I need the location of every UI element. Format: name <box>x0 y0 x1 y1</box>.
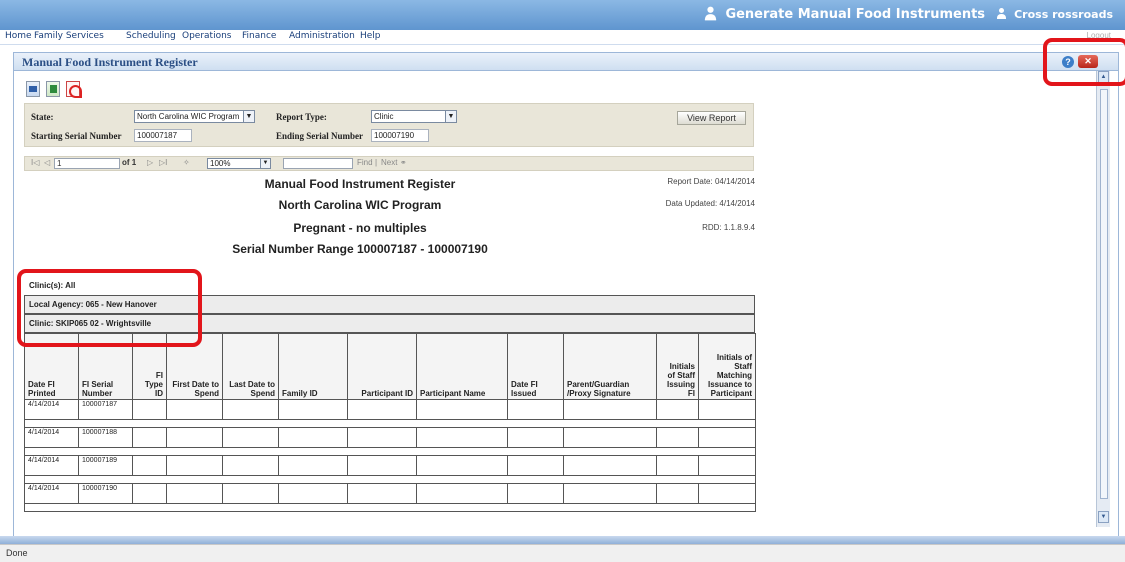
cell-date: 4/14/2014 <box>24 399 79 420</box>
zoom-select[interactable]: 100% ▼ <box>207 158 271 169</box>
table-row-spacer <box>24 475 756 484</box>
col-date-issued: Date FI Issued <box>507 333 564 400</box>
ending-serial-label: Ending Serial Number <box>276 131 364 141</box>
user-icon <box>996 8 1007 19</box>
report-title: Manual Food Instrument Register <box>264 177 456 191</box>
menu-operations[interactable]: Operations <box>182 31 231 41</box>
state-select[interactable]: North Carolina WIC Program ▼ <box>134 110 255 123</box>
table-row-spacer <box>24 419 756 428</box>
menu-home[interactable]: Home <box>5 31 32 41</box>
pdf-export-icon[interactable] <box>66 81 82 98</box>
find-link[interactable]: Find <box>357 158 373 167</box>
menu-administration[interactable]: Administration <box>289 31 355 41</box>
zoom-value: 100% <box>210 159 231 168</box>
page-count: of 1 <box>122 158 137 167</box>
table-row: 4/14/2014 100007188 <box>24 427 756 448</box>
cell-serial: 100007189 <box>78 455 133 476</box>
col-participant-id: Participant ID <box>347 333 417 400</box>
scroll-down-icon[interactable]: ▼ <box>1098 511 1109 523</box>
menu-scheduling[interactable]: Scheduling <box>126 31 176 41</box>
app-header: Generate Manual Food Instruments Cross r… <box>0 0 1125 30</box>
vertical-scrollbar[interactable]: ▲ ▼ <box>1096 71 1110 527</box>
find-input[interactable] <box>283 158 353 169</box>
cell-serial: 100007188 <box>78 427 133 448</box>
chevron-down-icon: ▼ <box>445 111 456 122</box>
status-text: Done <box>6 548 28 558</box>
report-type-label: Report Type: <box>276 112 327 122</box>
refresh-icon[interactable]: ✧ <box>183 158 190 167</box>
col-signature: Parent/Guardian /Proxy Signature <box>563 333 657 400</box>
table-row-spacer <box>24 503 756 512</box>
report-serial-range: Serial Number Range 100007187 - 10000719… <box>232 242 488 256</box>
report-viewer-toolbar: I◁ ◁ 1 of 1 ▷ ▷I ✧ 100% ▼ Find | Next ⚭ <box>24 156 754 171</box>
next-link[interactable]: Next <box>381 158 397 167</box>
col-last-date: Last Date to Spend <box>222 333 279 400</box>
dialog-title: Manual Food Instrument Register <box>22 55 198 69</box>
register-table: Date FI Printed FI Serial Number FI Type… <box>24 333 756 512</box>
state-label: State: <box>31 112 54 122</box>
user-name[interactable]: Cross rossroads <box>1014 8 1113 21</box>
annotation-highlight-close <box>1043 38 1125 86</box>
prev-page-icon[interactable]: ◁ <box>44 158 50 167</box>
status-bar: Done <box>0 544 1125 562</box>
app-title: Generate Manual Food Instruments <box>725 7 986 22</box>
table-row: 4/14/2014 100007190 <box>24 483 756 504</box>
binoculars-icon: ⚭ <box>400 158 407 167</box>
menu-bar: Home Family Services Scheduling Operatio… <box>0 30 1125 45</box>
report-type-value: Clinic <box>374 112 394 121</box>
last-page-icon[interactable]: ▷I <box>159 158 167 167</box>
find-separator: | <box>375 158 378 167</box>
report-program: North Carolina WIC Program <box>278 198 442 212</box>
menu-finance[interactable]: Finance <box>242 31 276 41</box>
starting-serial-input[interactable]: 100007187 <box>134 129 192 142</box>
person-icon <box>704 6 718 21</box>
word-export-icon[interactable] <box>26 81 40 97</box>
cell-date: 4/14/2014 <box>24 427 79 448</box>
cell-date: 4/14/2014 <box>24 455 79 476</box>
dialog-title-bar[interactable]: Manual Food Instrument Register ? ✕ <box>13 52 1119 71</box>
scroll-thumb[interactable] <box>1100 89 1108 499</box>
menu-help[interactable]: Help <box>360 31 381 41</box>
next-page-icon[interactable]: ▷ <box>147 158 153 167</box>
report-rdd: RDD: 1.1.8.9.4 <box>702 223 755 232</box>
menu-family-services[interactable]: Family Services <box>34 31 104 41</box>
starting-serial-label: Starting Serial Number <box>31 131 122 141</box>
chevron-down-icon: ▼ <box>243 111 254 122</box>
report-type-select[interactable]: Clinic ▼ <box>371 110 457 123</box>
excel-export-icon[interactable] <box>46 81 60 97</box>
col-family-id: Family ID <box>278 333 348 400</box>
report-parameters-panel: State: North Carolina WIC Program ▼ Repo… <box>24 103 754 147</box>
report-date: Report Date: 04/14/2014 <box>667 177 755 186</box>
app-title-area: Generate Manual Food Instruments Cross r… <box>704 0 1113 30</box>
chevron-down-icon: ▼ <box>260 159 270 168</box>
table-row-spacer <box>24 447 756 456</box>
first-page-icon[interactable]: I◁ <box>31 158 39 167</box>
cell-serial: 100007190 <box>78 483 133 504</box>
table-row: 4/14/2014 100007187 <box>24 399 756 420</box>
page-number-input[interactable]: 1 <box>54 158 120 169</box>
cell-serial: 100007187 <box>78 399 133 420</box>
annotation-highlight-clinic <box>17 269 202 347</box>
col-participant-name: Participant Name <box>416 333 508 400</box>
view-report-button[interactable]: View Report <box>677 111 746 125</box>
app-window: Generate Manual Food Instruments Cross r… <box>0 0 1125 562</box>
report-category: Pregnant - no multiples <box>293 221 427 235</box>
data-updated: Data Updated: 4/14/2014 <box>665 199 755 208</box>
cell-date: 4/14/2014 <box>24 483 79 504</box>
table-row: 4/14/2014 100007189 <box>24 455 756 476</box>
ending-serial-input[interactable]: 100007190 <box>371 129 429 142</box>
col-initials-matching: Initials of Staff Matching Issuance to P… <box>698 333 756 400</box>
col-initials-issuing: Initials of Staff Issuing FI <box>656 333 699 400</box>
window-bottom-edge <box>0 536 1125 544</box>
state-select-value: North Carolina WIC Program <box>137 112 240 121</box>
